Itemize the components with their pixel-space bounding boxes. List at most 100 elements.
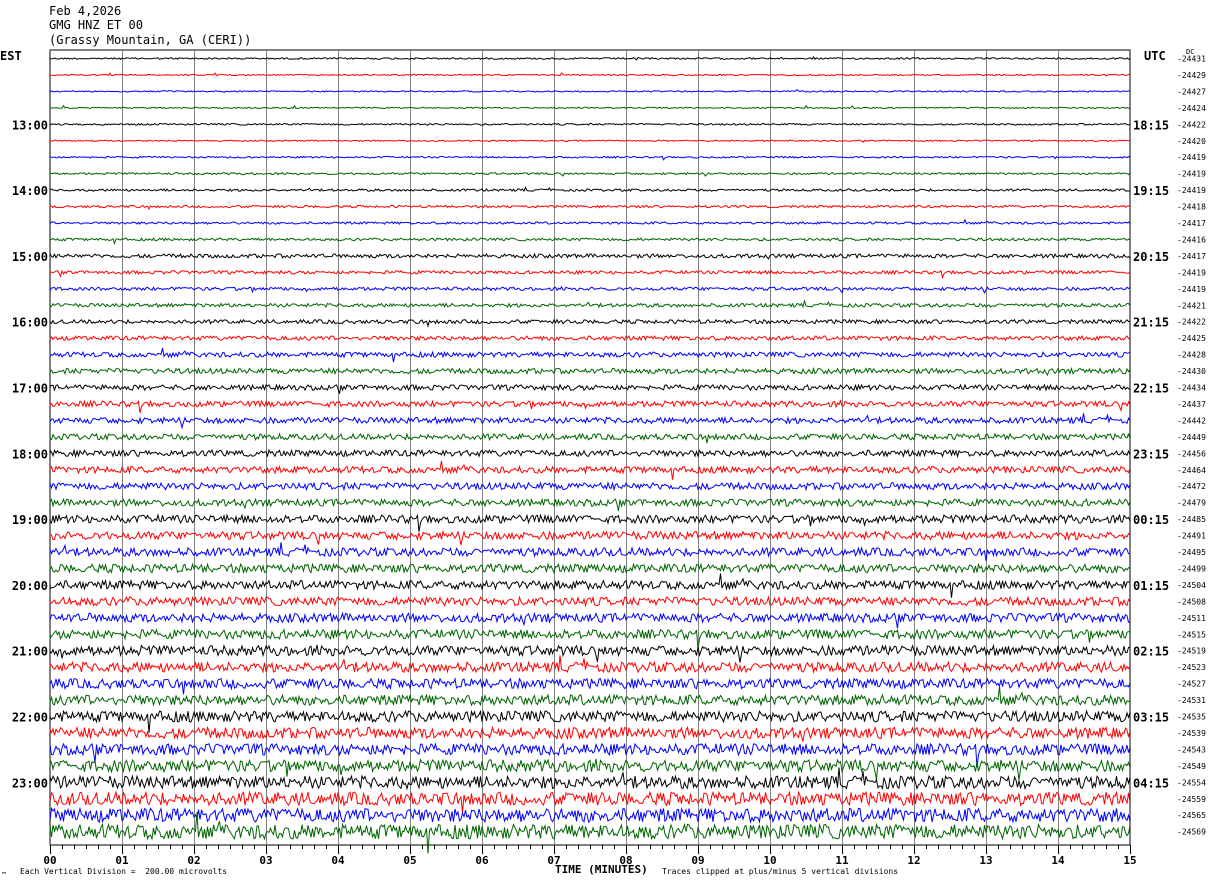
dc-offset-label: -24428 [1177,351,1206,360]
left-hour-label: 13:00 [12,118,48,132]
dc-offset-label: -24425 [1177,334,1206,343]
dc-offset-label: -24442 [1177,416,1206,425]
seismic-trace [49,562,1131,575]
seismic-trace [49,573,1131,598]
x-tick-label: 13 [979,854,992,867]
seismic-trace [49,383,1131,394]
right-hour-label: 04:15 [1133,776,1169,790]
right-hour-label: 00:15 [1133,513,1169,527]
seismic-trace [49,237,1131,245]
right-hour-label: 20:15 [1133,250,1169,264]
seismic-trace [49,88,1131,93]
seismic-trace [49,758,1131,781]
dc-offset-label: -24539 [1177,729,1206,738]
right-hour-label: 02:15 [1133,645,1169,659]
left-hour-label: 23:00 [12,776,48,790]
dc-offset-label: -24416 [1177,235,1206,244]
dc-offset-label: -24420 [1177,137,1206,146]
right-hour-label: 03:15 [1133,711,1169,725]
seismic-trace [49,542,1131,561]
dc-offset-label: -24431 [1177,55,1206,64]
right-hour-label: 01:15 [1133,579,1169,593]
dc-offset-label: -24569 [1177,828,1206,837]
seismic-trace [49,497,1131,511]
dc-offset-label: -24449 [1177,433,1206,442]
dc-offset-label: -24519 [1177,647,1206,656]
seismic-trace [49,725,1131,742]
seismic-trace [49,171,1131,177]
trace-rows [49,56,1131,854]
seismic-trace [49,269,1131,280]
dc-offset-label: -24419 [1177,268,1206,277]
seismic-trace [49,513,1131,532]
dc-offset-label: -24515 [1177,630,1206,639]
x-tick-label: 02 [187,854,200,867]
seismic-trace [49,481,1131,492]
dc-offset-label: -24504 [1177,581,1206,590]
seismic-trace [49,806,1131,825]
x-tick-label: 03 [259,854,272,867]
dc-offset-label: -24434 [1177,384,1206,393]
x-axis-label: TIME (MINUTES) [555,863,648,876]
dc-offset-label: -24495 [1177,548,1206,557]
seismic-trace [49,155,1131,161]
dc-offset-label: -24543 [1177,745,1206,754]
dc-offset-label: -24419 [1177,186,1206,195]
x-tick-label: 14 [1051,854,1065,867]
left-hour-label: 21:00 [12,645,48,659]
plot-frame [49,49,1131,846]
seismic-trace [49,122,1131,126]
seismic-trace [49,767,1131,791]
left-hour-label: 16:00 [12,316,48,330]
dc-offset-label: -24419 [1177,285,1206,294]
seismic-trace [49,676,1131,695]
dc-offset-label: -24422 [1177,120,1206,129]
seismic-trace [49,285,1131,294]
x-tick-label: 10 [763,854,776,867]
dc-offset-label: -24479 [1177,499,1206,508]
dc-offset-label: -24437 [1177,400,1206,409]
left-hour-label: 17:00 [12,382,48,396]
corner-mark: ™ [2,871,7,879]
x-tick-label: 04 [331,854,345,867]
seismic-trace [49,448,1131,459]
seismic-trace [49,432,1131,444]
seismic-trace [49,529,1131,546]
dc-offset-label: -24430 [1177,367,1206,376]
seismic-trace [49,204,1131,211]
dc-offset-label: -24499 [1177,564,1206,573]
seismic-trace [49,655,1131,674]
dc-offset-label: -24421 [1177,301,1206,310]
seismic-trace [49,218,1131,225]
dc-offset-label: -24418 [1177,203,1206,212]
seismic-trace [49,104,1131,110]
seismic-trace [49,366,1131,377]
right-hour-label: 18:15 [1133,118,1169,132]
x-tick-label: 06 [475,854,489,867]
seismic-trace [49,413,1131,430]
seismic-trace [49,611,1131,629]
dc-offset-label: -24511 [1177,614,1206,623]
left-hour-label: 14:00 [12,184,48,198]
dc-offset-label: -24531 [1177,696,1206,705]
seismic-trace [49,460,1131,480]
right-hour-label: 23:15 [1133,447,1169,461]
dc-offset-label: -24554 [1177,778,1206,787]
seismic-trace [49,347,1131,363]
x-tick-label: 12 [907,854,920,867]
dc-offset-label: -24523 [1177,663,1206,672]
dc-offset-label: -24491 [1177,532,1206,541]
seismic-trace [49,252,1131,260]
seismic-trace [49,139,1131,144]
x-tick-label: 09 [691,854,704,867]
seismic-trace [49,686,1131,707]
left-hour-label: 18:00 [12,447,48,461]
dc-offset-label: -24535 [1177,713,1206,722]
dc-offset-label: -24419 [1177,170,1206,179]
seismic-trace [49,72,1131,77]
dc-offset-label: -24464 [1177,466,1206,475]
x-tick-label: 00 [43,854,56,867]
x-tick-label: 01 [115,854,129,867]
dc-offset-label: -24472 [1177,482,1206,491]
seismic-trace [49,318,1131,328]
